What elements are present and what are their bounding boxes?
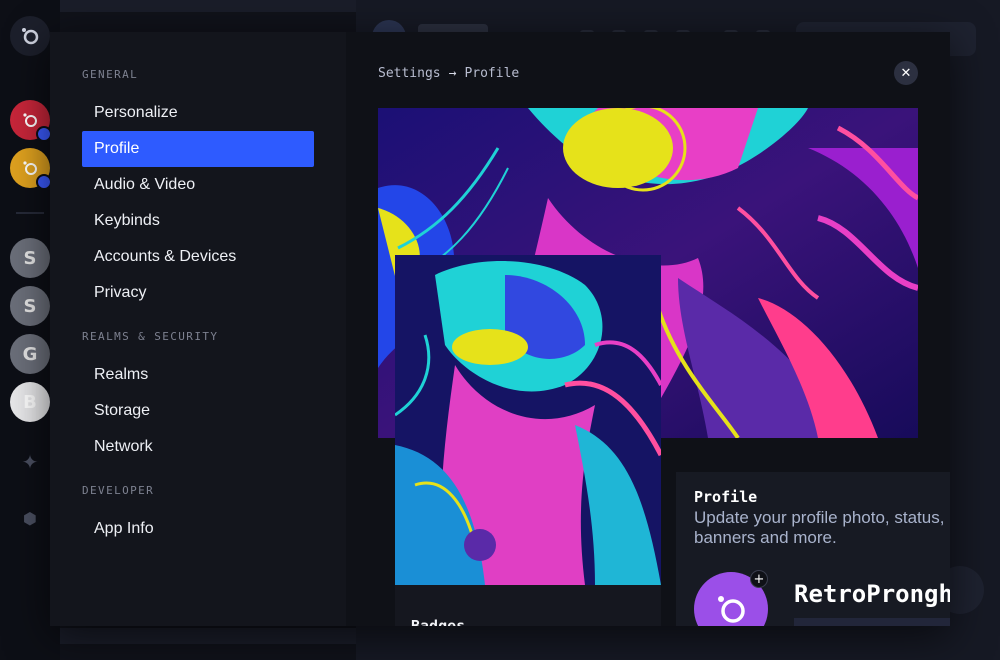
server-button-s[interactable]: S (10, 286, 50, 326)
nav-item-keybinds[interactable]: Keybinds (82, 203, 314, 239)
server-button-s[interactable]: S (10, 238, 50, 278)
user-panel (60, 628, 356, 644)
nav-item-privacy[interactable]: Privacy (82, 275, 314, 311)
nav-item-storage[interactable]: Storage (82, 393, 314, 429)
preview-artwork (395, 255, 661, 585)
settings-nav: GENERAL Personalize Profile Audio & Vide… (50, 32, 346, 626)
rail-divider (16, 212, 44, 214)
realm-button-1[interactable] (10, 100, 52, 142)
add-photo-icon[interactable]: + (750, 570, 768, 588)
badges-heading: Badges (411, 617, 466, 626)
nav-section-realms-security: REALMS & SECURITY (82, 330, 219, 343)
close-button[interactable]: ✕ (894, 61, 918, 85)
realm-logo-icon (23, 113, 37, 127)
status-input[interactable] (794, 618, 950, 626)
display-name: RetroPronghorn (794, 580, 950, 608)
nav-item-audio-video[interactable]: Audio & Video (82, 167, 314, 203)
profile-panel-title: Profile (694, 488, 758, 506)
channel-sidebar-header (60, 0, 356, 12)
app-logo-icon (22, 28, 39, 45)
home-logo-button[interactable] (10, 16, 50, 56)
realm-button-2[interactable] (10, 148, 52, 190)
explore-icon[interactable]: ⬢ (10, 498, 50, 538)
avatar-logo-icon (718, 596, 745, 623)
breadcrumb-current: Profile (464, 66, 520, 81)
nav-item-app-info[interactable]: App Info (82, 511, 314, 547)
breadcrumb-arrow-icon: → (448, 66, 457, 81)
breadcrumb: Settings → Profile (378, 66, 519, 81)
realm-logo-icon (23, 161, 37, 175)
nav-item-realms[interactable]: Realms (82, 357, 314, 393)
description-line: banners and more. (694, 528, 837, 547)
nav-item-personalize[interactable]: Personalize (82, 95, 314, 131)
nav-item-network[interactable]: Network (82, 429, 314, 465)
breadcrumb-root[interactable]: Settings (378, 66, 441, 81)
nav-item-accounts-devices[interactable]: Accounts & Devices (82, 239, 314, 275)
close-icon: ✕ (900, 65, 912, 81)
profile-preview-image (395, 255, 661, 585)
profile-panel-description: Update your profile photo, status, banne… (694, 508, 950, 548)
settings-modal: GENERAL Personalize Profile Audio & Vide… (50, 32, 950, 626)
profile-panel: Profile Update your profile photo, statu… (676, 472, 950, 626)
add-realm-icon[interactable]: ✦ (10, 442, 50, 482)
profile-preview-card: Badges (395, 255, 661, 626)
nav-section-general: GENERAL (82, 68, 139, 81)
server-button-g[interactable]: G (10, 334, 50, 374)
description-line: Update your profile photo, status, (694, 508, 945, 527)
nav-item-profile[interactable]: Profile (82, 131, 314, 167)
server-button-b[interactable]: B (10, 382, 50, 422)
nav-section-developer: DEVELOPER (82, 484, 155, 497)
settings-content: Settings → Profile ✕ Badges Profile Upda… (346, 32, 950, 626)
